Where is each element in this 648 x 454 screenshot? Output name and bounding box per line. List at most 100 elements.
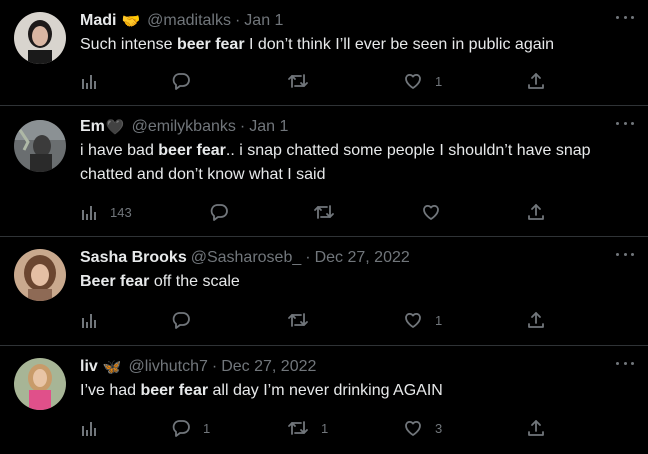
reply-button[interactable]: 1 xyxy=(171,417,210,439)
tweet[interactable]: liv 🦋 @livhutch7 · Dec 27, 2022 I’ve had… xyxy=(0,346,648,454)
avatar[interactable] xyxy=(14,249,66,301)
views-button[interactable] xyxy=(80,70,110,92)
avatar[interactable] xyxy=(14,358,66,410)
tweet-text: i have bad beer fear.. i snap chatted so… xyxy=(80,139,632,187)
speech-bubble-icon xyxy=(172,73,190,90)
share-upload-icon xyxy=(528,204,544,220)
tweet-body: liv 🦋 @livhutch7 · Dec 27, 2022 I’ve had… xyxy=(80,356,632,403)
reply-button[interactable] xyxy=(209,201,241,223)
speech-bubble-icon xyxy=(210,204,228,221)
highlighted-term: beer fear xyxy=(140,382,209,399)
share-button[interactable] xyxy=(527,309,545,331)
share-upload-icon xyxy=(528,420,544,436)
retweet-button[interactable] xyxy=(287,70,321,92)
more-dots-icon[interactable] xyxy=(616,249,634,259)
display-name[interactable]: Madi xyxy=(80,12,116,30)
tweet[interactable]: Sasha Brooks @Sasharoseb_ · Dec 27, 2022… xyxy=(0,237,648,346)
user-handle[interactable]: @emilykbanks xyxy=(132,118,236,136)
views-count: 143 xyxy=(110,204,132,220)
heart-icon xyxy=(405,420,421,436)
views-button[interactable] xyxy=(80,417,110,439)
tweet-body: Madi 🤝 @maditalks · Jan 1 Such intense b… xyxy=(80,10,632,57)
highlighted-term: beer fear xyxy=(158,142,226,159)
tweet-date[interactable]: Jan 1 xyxy=(249,118,288,136)
name-emoji: 🤝 xyxy=(121,13,141,30)
separator-dot: · xyxy=(305,249,311,266)
share-button[interactable] xyxy=(527,70,545,92)
tweet-text-part: I don’t think I’ll ever be seen in publi… xyxy=(244,36,555,53)
more-dots-icon[interactable] xyxy=(616,12,634,22)
heart-icon xyxy=(423,204,439,220)
bar-chart-icon xyxy=(82,75,96,89)
tweet-text: I’ve had beer fear all day I’m never dri… xyxy=(80,379,632,403)
tweet[interactable]: Madi 🤝 @maditalks · Jan 1 Such intense b… xyxy=(0,0,648,106)
user-handle[interactable]: @livhutch7 xyxy=(128,358,207,376)
like-count: 1 xyxy=(435,73,443,89)
retweet-arrows-icon xyxy=(288,421,308,435)
highlighted-term: Beer fear xyxy=(80,273,150,290)
display-name[interactable]: liv xyxy=(80,358,98,376)
bar-chart-icon xyxy=(82,206,96,220)
bar-chart-icon xyxy=(82,314,96,328)
like-button[interactable]: 1 xyxy=(403,309,442,331)
retweet-button[interactable] xyxy=(287,309,321,331)
tweet-text-part: I’ve had xyxy=(80,382,141,399)
heart-icon xyxy=(405,312,421,328)
tweet-date[interactable]: Jan 1 xyxy=(244,12,283,30)
views-button[interactable] xyxy=(80,309,110,331)
speech-bubble-icon xyxy=(172,312,190,329)
tweet-text: Such intense beer fear I don’t think I’l… xyxy=(80,33,632,57)
tweet-feed: Madi 🤝 @maditalks · Jan 1 Such intense b… xyxy=(0,0,648,454)
tweet-actions: 1 xyxy=(80,70,560,92)
avatar[interactable] xyxy=(14,12,66,64)
retweet-arrows-icon xyxy=(288,74,308,88)
tweet-actions: 143 xyxy=(80,201,560,223)
like-button[interactable] xyxy=(421,201,453,223)
user-handle[interactable]: @maditalks xyxy=(147,12,231,30)
reply-count: 1 xyxy=(203,420,211,436)
like-button[interactable]: 1 xyxy=(403,70,442,92)
separator-dot: · xyxy=(239,118,246,135)
display-name[interactable]: Em xyxy=(80,118,105,136)
retweet-button[interactable]: 1 xyxy=(287,417,328,439)
share-button[interactable] xyxy=(527,201,545,223)
avatar[interactable] xyxy=(14,120,66,172)
tweet-header: Madi 🤝 @maditalks · Jan 1 xyxy=(80,10,632,32)
separator-dot: · xyxy=(211,358,218,375)
share-upload-icon xyxy=(528,73,544,89)
retweet-count: 1 xyxy=(321,420,329,436)
share-button[interactable] xyxy=(527,417,545,439)
retweet-arrows-icon xyxy=(314,205,334,219)
tweet-actions: 1 1 3 xyxy=(80,417,560,439)
name-emoji: 🦋 xyxy=(102,359,122,376)
tweet-body: Em 🖤 @emilykbanks · Jan 1 i have bad bee… xyxy=(80,116,632,187)
more-dots-icon[interactable] xyxy=(616,118,634,128)
more-dots-icon[interactable] xyxy=(616,358,634,368)
retweet-button[interactable] xyxy=(313,201,347,223)
separator-dot: · xyxy=(234,12,241,29)
tweet-text-part: all day I’m never drinking AGAIN xyxy=(208,382,443,399)
tweet-body: Sasha Brooks @Sasharoseb_ · Dec 27, 2022… xyxy=(80,247,632,294)
user-handle[interactable]: @Sasharoseb_ xyxy=(191,249,302,267)
tweet[interactable]: Em 🖤 @emilykbanks · Jan 1 i have bad bee… xyxy=(0,106,648,237)
name-emoji: 🖤 xyxy=(105,119,125,136)
tweet-date[interactable]: Dec 27, 2022 xyxy=(221,358,316,376)
tweet-date[interactable]: Dec 27, 2022 xyxy=(315,249,410,267)
tweet-text: Beer fear off the scale xyxy=(80,270,632,294)
reply-button[interactable] xyxy=(171,70,203,92)
retweet-arrows-icon xyxy=(288,313,308,327)
views-button[interactable]: 143 xyxy=(80,201,132,223)
speech-bubble-icon xyxy=(172,420,190,437)
like-button[interactable]: 3 xyxy=(403,417,442,439)
heart-icon xyxy=(405,73,421,89)
highlighted-term: beer fear xyxy=(176,36,245,53)
tweet-header: liv 🦋 @livhutch7 · Dec 27, 2022 xyxy=(80,356,632,378)
reply-button[interactable] xyxy=(171,309,203,331)
display-name[interactable]: Sasha Brooks xyxy=(80,249,187,267)
bar-chart-icon xyxy=(82,422,96,436)
tweet-header: Em 🖤 @emilykbanks · Jan 1 xyxy=(80,116,632,138)
tweet-text-part: i have bad xyxy=(80,142,159,159)
tweet-actions: 1 xyxy=(80,309,560,331)
tweet-text-part: off the scale xyxy=(149,273,240,290)
tweet-text-part: Such intense xyxy=(80,36,177,53)
